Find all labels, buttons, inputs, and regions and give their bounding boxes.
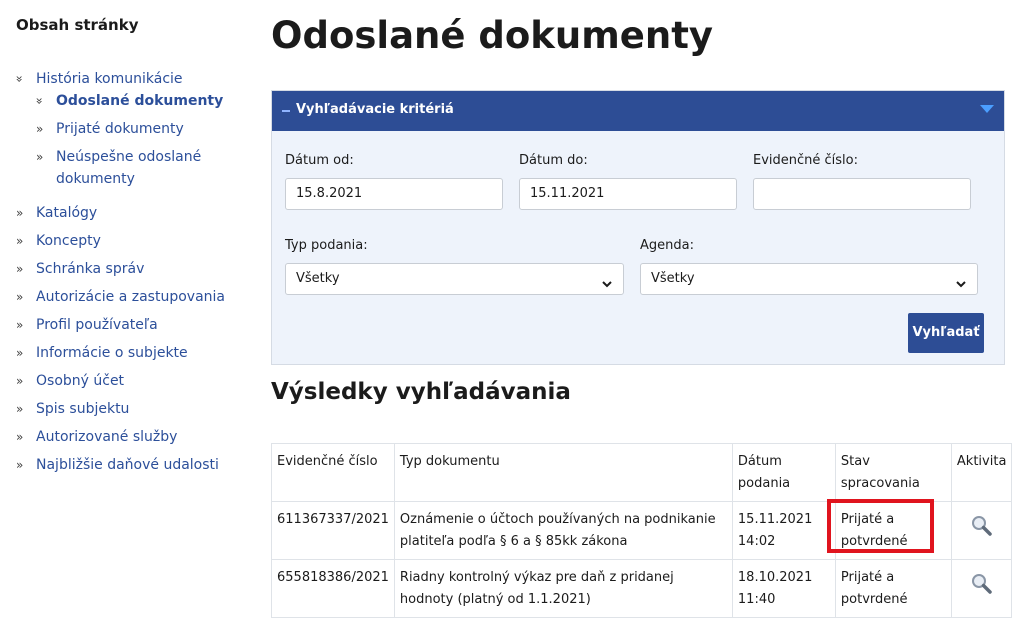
submission-type-label: Typ podania: [285, 238, 368, 253]
sidebar-item-label: Prijaté dokumenty [56, 121, 184, 137]
double-chevron-right-icon: » [16, 430, 24, 444]
search-button[interactable]: Vyhľadať [908, 313, 984, 353]
magnifier-icon[interactable] [970, 515, 994, 537]
submission-date-cell: 15.11.2021 14:02 [731, 501, 836, 560]
agenda-value: Všetky [651, 271, 695, 286]
chevron-down-icon [955, 271, 967, 301]
document-type-cell: Riadny kontrolný výkaz pre daň z pridane… [393, 559, 733, 618]
double-chevron-down-icon: » [12, 75, 27, 83]
column-header-activity: Aktivita [950, 443, 1013, 502]
agenda-label: Agenda: [640, 238, 694, 253]
magnifier-icon[interactable] [970, 573, 994, 595]
evidence-number-cell: 611367337/2021 [271, 501, 395, 560]
double-chevron-right-icon: » [16, 346, 24, 360]
sidebar-item-label: Osobný účet [36, 373, 125, 389]
submission-date-cell: 18.10.2021 11:40 [731, 559, 836, 618]
double-chevron-right-icon: » [36, 150, 44, 164]
double-chevron-right-icon: » [16, 262, 24, 276]
chevron-down-icon [601, 271, 613, 301]
double-chevron-right-icon: » [36, 122, 44, 136]
double-chevron-down-icon: » [32, 97, 47, 105]
sidebar-item-label: Autorizácie a zastupovania [36, 289, 225, 305]
highlight-box [827, 499, 934, 553]
agenda-select[interactable]: Všetky [640, 263, 978, 295]
sidebar-item-label: Neúspešne odoslané [56, 149, 202, 165]
sidebar-item-label: Katalógy [36, 205, 98, 221]
evidence-number-input[interactable] [753, 178, 971, 210]
sidebar-item-label: Koncepty [36, 233, 101, 249]
sidebar-item-label: Profil používateľa [36, 317, 158, 333]
double-chevron-right-icon: » [16, 234, 24, 248]
sidebar-item-label: História komunikácie [36, 71, 183, 87]
date-to-label: Dátum do: [519, 153, 588, 168]
search-criteria-title: Vyhľadávacie kritériá [296, 102, 454, 117]
sidebar-item-label: Schránka správ [36, 261, 145, 277]
column-header-status[interactable]: Stav spracovania [834, 443, 952, 502]
search-criteria-header[interactable]: Vyhľadávacie kritériá [272, 91, 1004, 131]
evidence-number-label: Evidenčné číslo: [753, 153, 859, 168]
document-type-cell: Oznámenie o účtoch používaných na podnik… [393, 501, 733, 560]
activity-cell [950, 501, 1013, 560]
sidebar-item-label: Autorizované služby [36, 429, 178, 445]
column-header-type[interactable]: Typ dokumentu [393, 443, 733, 502]
date-from-input[interactable]: 15.8.2021 [285, 178, 503, 210]
processing-status-cell: Prijaté a potvrdené [834, 559, 952, 618]
double-chevron-right-icon: » [16, 318, 24, 332]
activity-cell [950, 559, 1013, 618]
evidence-number-cell: 655818386/2021 [271, 559, 395, 618]
double-chevron-right-icon: » [16, 206, 24, 220]
sidebar-item-label: Spis subjektu [36, 401, 130, 417]
column-header-date[interactable]: Dátum podania [731, 443, 836, 502]
date-from-label: Dátum od: [285, 153, 354, 168]
search-criteria-panel: Vyhľadávacie kritériá Dátum od: 15.8.202… [271, 90, 1005, 365]
results-title: Výsledky vyhľadávania [271, 379, 571, 405]
sidebar-title: Obsah stránky [16, 16, 139, 34]
column-header-evidence[interactable]: Evidenčné číslo [271, 443, 395, 502]
sidebar-item-label: Informácie o subjekte [36, 345, 188, 361]
double-chevron-right-icon: » [16, 458, 24, 472]
table-row: 655818386/2021 Riadny kontrolný výkaz pr… [271, 559, 1013, 618]
sidebar-item-label: Najbližšie daňové udalosti [36, 457, 219, 473]
table-header-row: Evidenčné číslo Typ dokumentu Dátum poda… [271, 443, 1013, 502]
caret-down-icon[interactable] [980, 105, 994, 113]
date-to-input[interactable]: 15.11.2021 [519, 178, 737, 210]
sidebar-item-label: dokumenty [56, 171, 135, 187]
sidebar-item-label: Odoslané dokumenty [56, 93, 224, 109]
double-chevron-right-icon: » [16, 374, 24, 388]
page-title: Odoslané dokumenty [271, 14, 713, 57]
double-chevron-right-icon: » [16, 402, 24, 416]
collapse-minus-icon [282, 110, 290, 112]
submission-type-select[interactable]: Všetky [285, 263, 624, 295]
double-chevron-right-icon: » [16, 290, 24, 304]
submission-type-value: Všetky [296, 271, 340, 286]
